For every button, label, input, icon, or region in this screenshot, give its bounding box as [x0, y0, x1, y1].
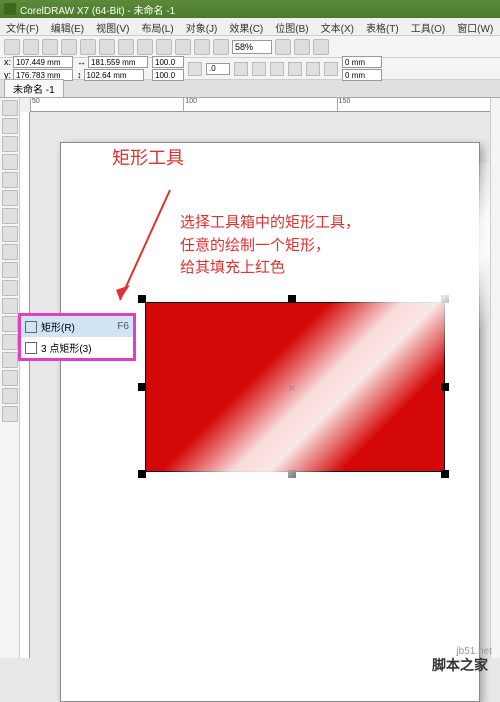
width-input[interactable]: [88, 56, 148, 68]
eyedropper-icon[interactable]: [2, 370, 18, 386]
flyout-rect-label: 矩形(R): [41, 319, 75, 334]
corner-icon[interactable]: [270, 62, 284, 76]
document-tabs: 未命名 -1: [0, 80, 500, 98]
publish-icon[interactable]: [213, 39, 229, 55]
handle-mid-right[interactable]: [441, 383, 449, 391]
annotation-arrow-icon: [110, 180, 190, 310]
annotation-body: 选择工具箱中的矩形工具， 任意的绘制一个矩形， 给其填充上红色: [180, 212, 360, 280]
annotation-title: 矩形工具: [112, 144, 184, 170]
vertical-ruler: [20, 112, 30, 658]
flyout-rectangle[interactable]: 矩形(R) F6: [21, 316, 133, 337]
height-input[interactable]: [84, 69, 144, 81]
artistic-tool-icon[interactable]: [2, 190, 18, 206]
new-icon[interactable]: [4, 39, 20, 55]
paste-icon[interactable]: [118, 39, 134, 55]
scale-y-input[interactable]: [152, 69, 184, 81]
menu-layout[interactable]: 布局(L): [135, 18, 179, 35]
transparency-icon[interactable]: [2, 352, 18, 368]
launch-icon[interactable]: [313, 39, 329, 55]
flyout-3pt-rectangle[interactable]: 3 点矩形(3): [21, 337, 133, 358]
outline-width-input[interactable]: [342, 56, 382, 68]
mirror-h-icon[interactable]: [234, 62, 248, 76]
title-bar: CorelDRAW X7 (64-Bit) - 未命名 -1: [0, 0, 500, 18]
toolbox: [0, 98, 20, 658]
x-input[interactable]: [13, 56, 73, 68]
menu-tools[interactable]: 工具(O): [405, 18, 451, 35]
crop-tool-icon[interactable]: [2, 136, 18, 152]
menu-file[interactable]: 文件(F): [0, 18, 45, 35]
window-title: CorelDRAW X7 (64-Bit) - 未命名 -1: [20, 2, 175, 17]
redo-icon[interactable]: [156, 39, 172, 55]
scale-x-input[interactable]: [152, 56, 184, 68]
menu-edit[interactable]: 编辑(E): [45, 18, 90, 35]
width-icon: ↔: [77, 57, 86, 67]
polygon-tool-icon[interactable]: [2, 244, 18, 260]
open-icon[interactable]: [23, 39, 39, 55]
doc-tab-1[interactable]: 未命名 -1: [4, 79, 64, 98]
handle-bot-left[interactable]: [138, 470, 146, 478]
handle-mid-left[interactable]: [138, 383, 146, 391]
zoom-tool-icon[interactable]: [2, 154, 18, 170]
text-tool-icon[interactable]: [2, 262, 18, 278]
app-icon: [4, 3, 16, 15]
fill-tool-icon[interactable]: [2, 388, 18, 404]
menu-view[interactable]: 视图(V): [90, 18, 135, 35]
options-icon[interactable]: [294, 39, 310, 55]
shape-tool-icon[interactable]: [2, 118, 18, 134]
handle-bot-right[interactable]: [441, 470, 449, 478]
center-marker-icon: ×: [288, 380, 296, 396]
workspace: 50 100 150 × 矩形工具 选择工具箱中的矩形工具， 任意的绘制一个矩形…: [0, 98, 500, 658]
wrap-icon[interactable]: [324, 62, 338, 76]
footer-brand: 脚本之家: [432, 655, 488, 675]
mirror-v-icon[interactable]: [252, 62, 266, 76]
lock-ratio-icon[interactable]: [188, 62, 202, 76]
standard-toolbar: [0, 36, 500, 58]
table-tool-icon[interactable]: [2, 280, 18, 296]
menu-bitmap[interactable]: 位图(B): [269, 18, 314, 35]
menu-object[interactable]: 对象(J): [180, 18, 224, 35]
freehand-tool-icon[interactable]: [2, 172, 18, 188]
connector-tool-icon[interactable]: [2, 316, 18, 332]
height-icon: ↕: [77, 70, 82, 80]
flyout-3pt-label: 3 点矩形(3): [41, 340, 92, 355]
import-icon[interactable]: [175, 39, 191, 55]
outline-tool-icon[interactable]: [2, 406, 18, 422]
menu-window[interactable]: 窗口(W): [451, 18, 499, 35]
color-palette[interactable]: [490, 98, 500, 658]
pick-tool-icon[interactable]: [2, 100, 18, 116]
menu-text[interactable]: 文本(X): [315, 18, 360, 35]
ellipse-tool-icon[interactable]: [2, 226, 18, 242]
dimension-tool-icon[interactable]: [2, 298, 18, 314]
rectangle-icon: [25, 321, 37, 333]
handle-top-right[interactable]: [441, 295, 449, 303]
rectangle-tool-icon[interactable]: [2, 208, 18, 224]
undo-icon[interactable]: [137, 39, 153, 55]
menu-effects[interactable]: 效果(C): [223, 18, 269, 35]
rotation-input[interactable]: [206, 63, 230, 75]
flyout-rect-shortcut: F6: [117, 321, 129, 332]
copy-icon[interactable]: [99, 39, 115, 55]
save-icon[interactable]: [42, 39, 58, 55]
three-point-rect-icon: [25, 342, 37, 354]
snap-icon[interactable]: [275, 39, 291, 55]
corner3-icon[interactable]: [306, 62, 320, 76]
corner2-icon[interactable]: [288, 62, 302, 76]
x-label: x:: [4, 57, 11, 67]
handle-bot-mid[interactable]: [288, 470, 296, 478]
drop-shadow-icon[interactable]: [2, 334, 18, 350]
cut-icon[interactable]: [80, 39, 96, 55]
export-icon[interactable]: [194, 39, 210, 55]
property-bar: x: y: ↔ ↕: [0, 58, 500, 80]
zoom-input[interactable]: [232, 40, 272, 54]
menu-bar[interactable]: 文件(F) 编辑(E) 视图(V) 布局(L) 对象(J) 效果(C) 位图(B…: [0, 18, 500, 36]
handle-top-mid[interactable]: [288, 295, 296, 303]
rectangle-flyout: 矩形(R) F6 3 点矩形(3): [18, 313, 136, 361]
outline-width2-input[interactable]: [342, 69, 382, 81]
print-icon[interactable]: [61, 39, 77, 55]
canvas[interactable]: × 矩形工具 选择工具箱中的矩形工具， 任意的绘制一个矩形， 给其填充上红色: [30, 112, 490, 658]
horizontal-ruler: 50 100 150: [30, 98, 490, 112]
menu-table[interactable]: 表格(T): [360, 18, 405, 35]
